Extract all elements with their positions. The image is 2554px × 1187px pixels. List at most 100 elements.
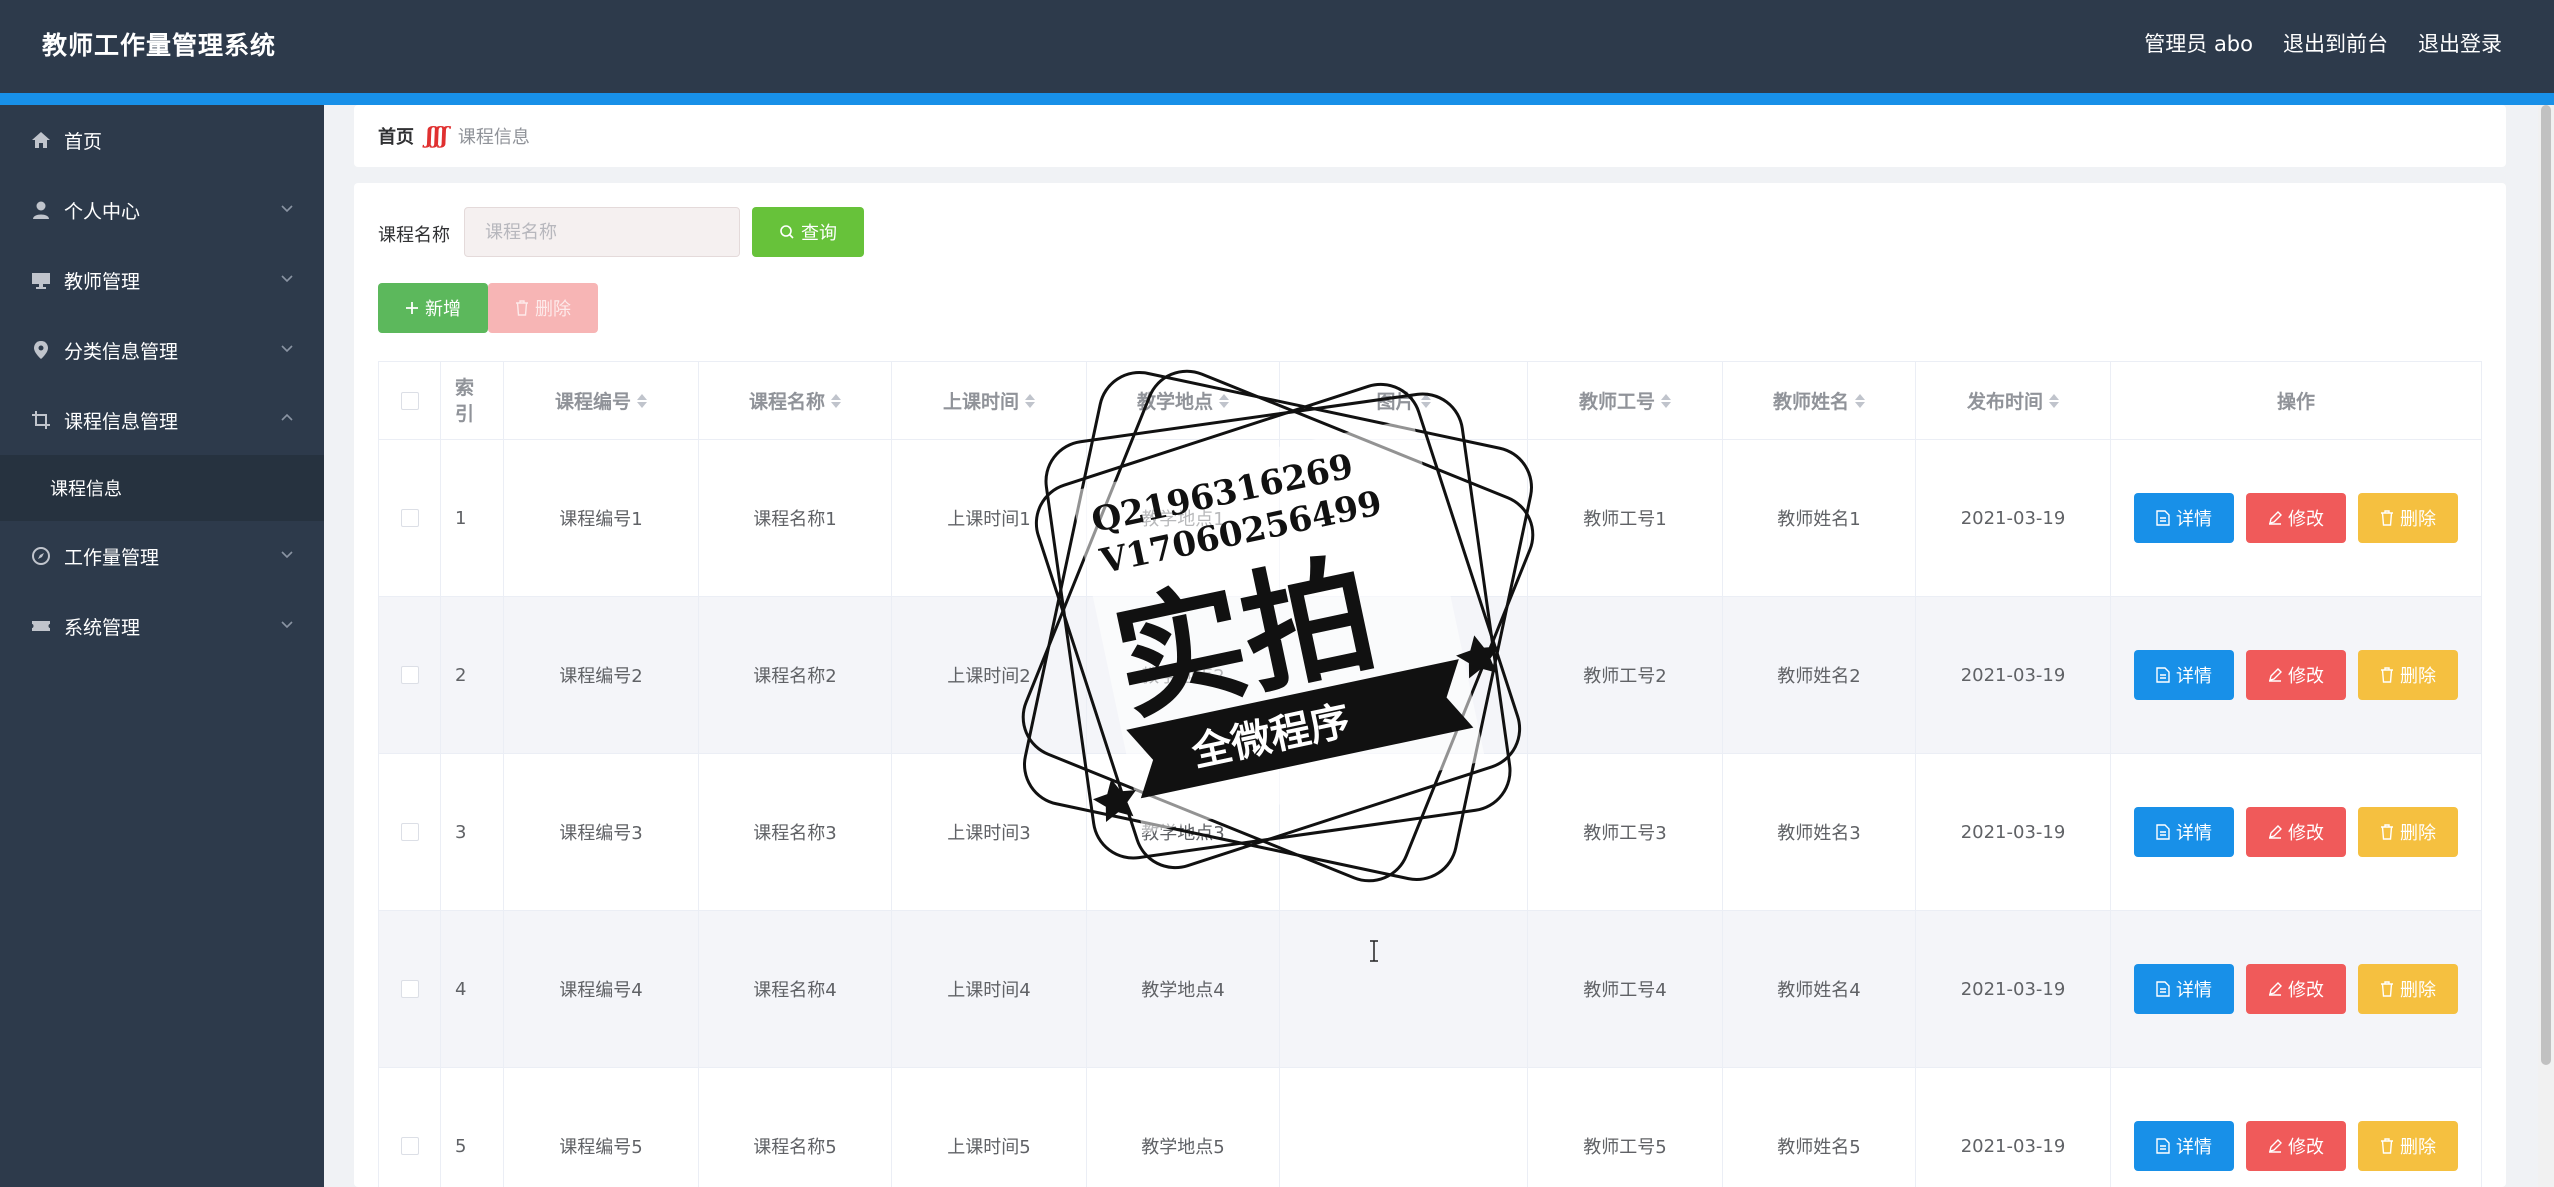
breadcrumb-home[interactable]: 首页 <box>378 123 414 149</box>
header-index-label: 索引 <box>455 376 475 425</box>
header-publish-time[interactable]: 发布时间 <box>1916 362 2111 439</box>
header-course-no[interactable]: 课程编号 <box>504 362 699 439</box>
header-label: 教师姓名 <box>1772 391 1849 413</box>
table-body: 1 课程编号1 课程名称1 上课时间1 教学地点1 教师工号1 教师姓名1 2021-03-1… <box>379 440 2482 1187</box>
cell-value: 课程名称3 <box>753 823 837 844</box>
chevron-down-icon <box>281 345 293 353</box>
cell-value: 教师姓名5 <box>1777 1137 1861 1158</box>
header-index: 索引 <box>441 362 504 439</box>
sort-icon[interactable] <box>1661 393 1671 408</box>
document-icon <box>2156 667 2170 683</box>
sidebar-item-category-management[interactable]: 分类信息管理 <box>0 315 324 385</box>
header-teacher-name[interactable]: 教师姓名 <box>1723 362 1916 439</box>
edit-button[interactable]: 修改 <box>2246 650 2346 700</box>
row-course-name: 课程名称4 <box>699 911 892 1067</box>
header-class-time[interactable]: 上课时间 <box>892 362 1087 439</box>
header-links: 管理员 abo 退出到前台 退出登录 <box>2144 28 2502 58</box>
sidebar-item-personal-center[interactable]: 个人中心 <box>0 175 324 245</box>
add-button[interactable]: 新增 <box>378 283 488 333</box>
row-publish-time: 2021-03-19 <box>1916 597 2111 753</box>
compass-icon <box>30 545 52 567</box>
row-index: 3 <box>441 754 504 910</box>
batch-delete-button[interactable]: 删除 <box>488 283 598 333</box>
header-course-name[interactable]: 课程名称 <box>699 362 892 439</box>
sidebar-item-course-management[interactable]: 课程信息管理 <box>0 385 324 455</box>
row-teacher-name: 教师姓名3 <box>1723 754 1916 910</box>
sidebar-item-label: 教师管理 <box>64 270 141 293</box>
row-teacher-no: 教师工号2 <box>1528 597 1723 753</box>
row-checkbox[interactable] <box>400 823 419 841</box>
detail-button[interactable]: 详情 <box>2134 964 2234 1014</box>
pencil-icon <box>2269 982 2282 996</box>
delete-button[interactable]: 删除 <box>2358 650 2458 700</box>
row-image-cell <box>1280 1068 1528 1187</box>
detail-button[interactable]: 详情 <box>2134 493 2234 543</box>
row-checkbox[interactable] <box>400 666 419 684</box>
pencil-icon <box>2269 668 2282 682</box>
row-checkbox[interactable] <box>400 509 419 527</box>
sort-icon[interactable] <box>1219 393 1229 408</box>
admin-label: 管理员 abo <box>2144 32 2253 56</box>
sort-icon[interactable] <box>637 393 647 408</box>
row-index-value: 3 <box>455 821 467 843</box>
cell-value: 课程编号4 <box>559 980 643 1001</box>
header-label: 操作 <box>2276 391 2315 413</box>
detail-button[interactable]: 详情 <box>2134 1121 2234 1171</box>
sidebar-item-system-management[interactable]: 系统管理 <box>0 591 324 661</box>
sidebar-subitem-course-info[interactable]: 课程信息 <box>0 455 324 521</box>
row-index: 1 <box>441 440 504 596</box>
course-name-search-input[interactable] <box>464 207 740 257</box>
row-checkbox-cell <box>379 754 441 910</box>
sidebar-item-workload-management[interactable]: 工作量管理 <box>0 521 324 591</box>
header-label: 发布时间 <box>1966 391 2043 413</box>
breadcrumb-current: 课程信息 <box>457 127 530 148</box>
trash-icon <box>2381 824 2393 840</box>
table-header-row: 索引 课程编号 课程名称 上课时间 教学地点 图片 教师工号 教师姓名 发布时间… <box>379 362 2482 440</box>
back-to-front-link[interactable]: 退出到前台 <box>2283 28 2388 58</box>
detail-button[interactable]: 详情 <box>2134 650 2234 700</box>
sidebar-item-teacher-management[interactable]: 教师管理 <box>0 245 324 315</box>
delete-button[interactable]: 删除 <box>2358 1121 2458 1171</box>
edit-button[interactable]: 修改 <box>2246 807 2346 857</box>
row-checkbox-cell <box>379 911 441 1067</box>
cell-value: 教学地点5 <box>1141 1137 1225 1158</box>
trash-icon <box>2381 1138 2393 1154</box>
edit-button[interactable]: 修改 <box>2246 964 2346 1014</box>
edit-button[interactable]: 修改 <box>2246 493 2346 543</box>
sidebar-item-home[interactable]: 首页 <box>0 105 324 175</box>
cell-value: 教师姓名1 <box>1777 509 1861 530</box>
table-row: 1 课程编号1 课程名称1 上课时间1 教学地点1 教师工号1 教师姓名1 2021-03-1… <box>379 440 2482 597</box>
logout-link[interactable]: 退出登录 <box>2418 28 2502 58</box>
delete-button[interactable]: 删除 <box>2358 807 2458 857</box>
sort-icon[interactable] <box>831 393 841 408</box>
row-actions: 详情 修改 删除 <box>2111 911 2482 1067</box>
row-course-no: 课程编号1 <box>504 440 699 596</box>
sidebar-item-label: 个人中心 <box>64 200 141 223</box>
cell-value: 上课时间3 <box>947 823 1031 844</box>
page-scrollbar-thumb[interactable] <box>2541 105 2551 1065</box>
delete-button[interactable]: 删除 <box>2358 964 2458 1014</box>
header-location[interactable]: 教学地点 <box>1087 362 1280 439</box>
sort-icon[interactable] <box>1855 393 1865 408</box>
delete-button[interactable]: 删除 <box>2358 493 2458 543</box>
cell-value: 课程编号5 <box>559 1137 643 1158</box>
row-publish-time: 2021-03-19 <box>1916 440 2111 596</box>
main-area: 首页 ʃʃʃ 课程信息 课程名称 查询 新增 删除 索引 课程编号 课程名称 上… <box>324 105 2554 1187</box>
detail-button[interactable]: 详情 <box>2134 807 2234 857</box>
trash-icon <box>2381 981 2393 997</box>
query-button[interactable]: 查询 <box>752 207 864 257</box>
row-checkbox[interactable] <box>400 980 419 998</box>
row-actions: 详情 修改 删除 <box>2111 597 2482 753</box>
sort-icon[interactable] <box>2049 393 2059 408</box>
header-label: 课程名称 <box>748 391 825 413</box>
sort-icon[interactable] <box>1420 393 1431 408</box>
row-checkbox[interactable] <box>400 1137 419 1155</box>
add-button-label: 新增 <box>425 299 461 320</box>
sidebar-item-label: 课程信息管理 <box>64 410 179 433</box>
sidebar-item-label: 分类信息管理 <box>64 340 179 363</box>
sort-icon[interactable] <box>1025 393 1035 408</box>
edit-button[interactable]: 修改 <box>2246 1121 2346 1171</box>
select-all-checkbox[interactable] <box>400 391 419 410</box>
header-teacher-no[interactable]: 教师工号 <box>1528 362 1723 439</box>
header-image[interactable]: 图片 <box>1280 362 1528 439</box>
